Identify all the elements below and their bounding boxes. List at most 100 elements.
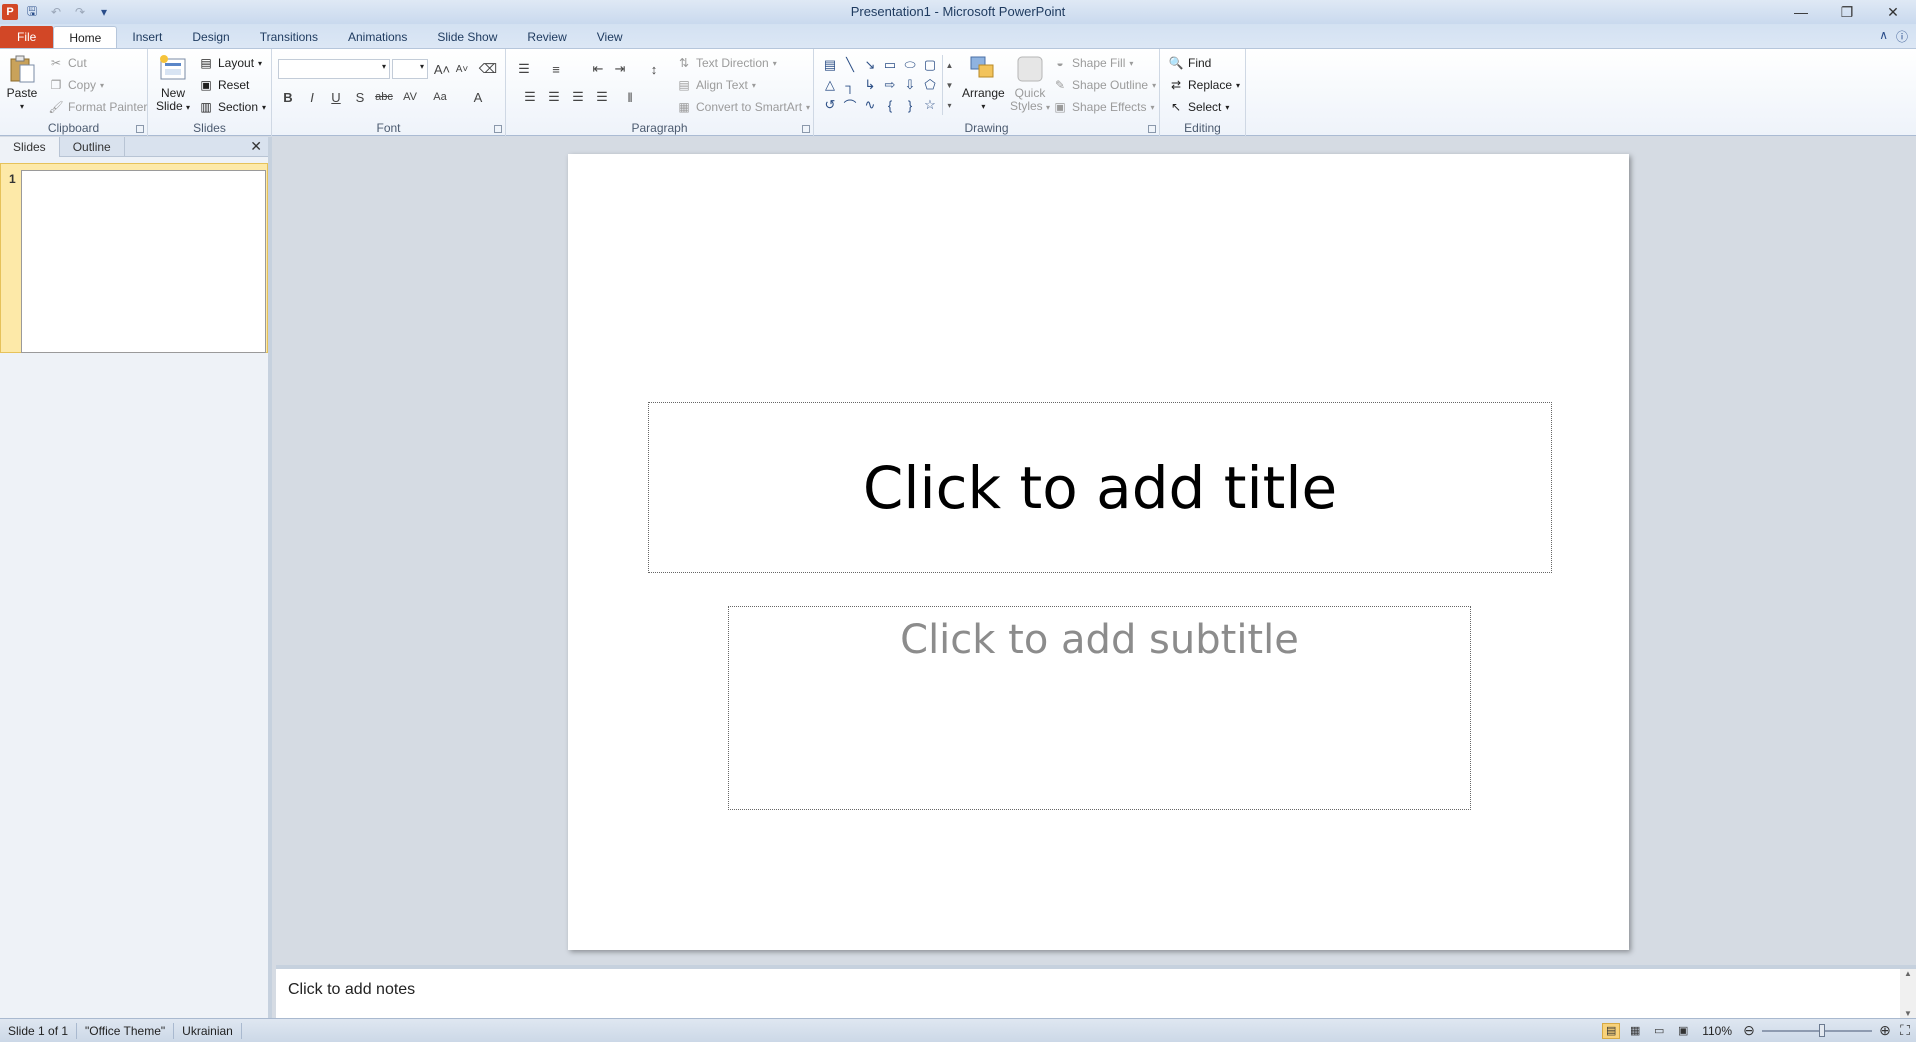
dialog-launcher-icon[interactable]: [1148, 125, 1156, 133]
slide-thumbnail[interactable]: [21, 170, 266, 353]
chevron-down-icon[interactable]: ▼: [946, 81, 954, 90]
restore-icon[interactable]: ❐: [1824, 0, 1870, 24]
cut-button[interactable]: ✂ Cut: [48, 55, 87, 71]
convert-smartart-button[interactable]: ▦ Convert to SmartArt ▾: [676, 99, 810, 115]
powerpoint-app-icon[interactable]: P: [2, 4, 18, 20]
zoom-slider-thumb[interactable]: [1819, 1023, 1826, 1037]
arrange-button[interactable]: Arrange ▾: [962, 53, 1005, 113]
italic-icon[interactable]: I: [302, 87, 322, 107]
quick-styles-button[interactable]: Quick Styles ▾: [1010, 53, 1050, 114]
select-button[interactable]: ↖ Select ▾: [1168, 99, 1229, 115]
subtitle-placeholder[interactable]: Click to add subtitle: [728, 606, 1471, 810]
bullets-icon[interactable]: ☰: [514, 59, 534, 79]
save-icon[interactable]: 🖫: [22, 3, 42, 21]
line-icon[interactable]: ╲: [840, 55, 860, 75]
arc-icon[interactable]: ⌒: [840, 95, 860, 115]
find-button[interactable]: 🔍 Find: [1168, 55, 1212, 71]
underline-icon[interactable]: U: [326, 87, 346, 107]
tab-outline[interactable]: Outline: [60, 136, 125, 157]
zoom-in-icon[interactable]: ⊕: [1878, 1022, 1892, 1039]
rounded-rectangle-icon[interactable]: ▢: [920, 55, 940, 75]
slide-canvas[interactable]: Click to add title Click to add subtitle: [568, 154, 1629, 950]
text-direction-button[interactable]: ⇅ Text Direction ▾: [676, 55, 777, 71]
more-icon[interactable]: ▾: [947, 101, 951, 110]
shrink-font-icon[interactable]: A˅: [452, 59, 472, 79]
right-arrow-icon[interactable]: ⇨: [880, 75, 900, 95]
minimize-icon[interactable]: —: [1778, 0, 1824, 24]
dialog-launcher-icon[interactable]: [494, 125, 502, 133]
customize-qat-icon[interactable]: ▾: [94, 3, 114, 21]
copy-button[interactable]: ❐ Copy ▾: [48, 77, 104, 93]
justify-icon[interactable]: ☰: [592, 87, 612, 107]
tab-design[interactable]: Design: [177, 26, 244, 48]
dialog-launcher-icon[interactable]: [136, 125, 144, 133]
tab-transitions[interactable]: Transitions: [245, 26, 333, 48]
language[interactable]: Ukrainian: [174, 1022, 242, 1039]
shapes-gallery-scroll[interactable]: ▲ ▼ ▾: [942, 55, 956, 115]
dialog-launcher-icon[interactable]: [802, 125, 810, 133]
oval-icon[interactable]: ⬭: [900, 55, 920, 75]
tab-slide-show[interactable]: Slide Show: [422, 26, 512, 48]
normal-view-icon[interactable]: ▤: [1602, 1022, 1621, 1039]
zoom-out-icon[interactable]: ⊖: [1742, 1022, 1756, 1039]
minimize-ribbon-icon[interactable]: ∧: [1879, 28, 1888, 45]
triangle-icon[interactable]: △: [820, 75, 840, 95]
rectangle-icon[interactable]: ▭: [880, 55, 900, 75]
tab-review[interactable]: Review: [512, 26, 581, 48]
shapes-gallery[interactable]: ▤ ╲ ↘ ▭ ⬭ ▢ △ ┐ ↳ ⇨ ⇩ ⬠ ↺ ⌒ ∿ { } ☆: [820, 55, 960, 115]
chevron-up-icon[interactable]: ▲: [946, 61, 954, 70]
font-size-combo[interactable]: ▾: [392, 59, 428, 79]
numbering-icon[interactable]: ≡: [546, 59, 566, 79]
chevron-down-icon[interactable]: ▼: [1904, 1009, 1912, 1018]
decrease-indent-icon[interactable]: ⇤: [588, 59, 608, 79]
font-name-combo[interactable]: ▾: [278, 59, 390, 79]
curved-arrow-icon[interactable]: ↺: [820, 95, 840, 115]
grow-font-icon[interactable]: A˄: [432, 59, 452, 79]
tab-view[interactable]: View: [582, 26, 638, 48]
layout-button[interactable]: ▤ Layout ▾: [198, 55, 262, 71]
elbow-arrow-icon[interactable]: ↳: [860, 75, 880, 95]
zoom-level[interactable]: 110%: [1698, 1024, 1736, 1038]
new-slide-button[interactable]: New Slide ▾: [156, 53, 190, 114]
redo-icon[interactable]: ↷: [70, 3, 90, 21]
bold-icon[interactable]: B: [278, 87, 298, 107]
replace-button[interactable]: ⇄ Replace ▾: [1168, 77, 1240, 93]
section-button[interactable]: ▥ Section ▾: [198, 99, 266, 115]
notes-pane[interactable]: Click to add notes ▲ ▼: [276, 965, 1916, 1018]
slide-sorter-icon[interactable]: ▦: [1626, 1023, 1644, 1039]
format-painter-button[interactable]: 🖌 Format Painter: [48, 99, 147, 115]
left-brace-icon[interactable]: {: [880, 95, 900, 115]
right-brace-icon[interactable]: }: [900, 95, 920, 115]
tab-insert[interactable]: Insert: [117, 26, 177, 48]
down-arrow-icon[interactable]: ⇩: [900, 75, 920, 95]
font-color-icon[interactable]: A: [468, 87, 488, 107]
increase-indent-icon[interactable]: ⇥: [610, 59, 630, 79]
align-right-icon[interactable]: ☰: [568, 87, 588, 107]
text-shadow-icon[interactable]: S: [350, 87, 370, 107]
fit-to-window-icon[interactable]: ⛶: [1898, 1022, 1912, 1039]
shape-effects-button[interactable]: ▣ Shape Effects ▾: [1052, 99, 1154, 115]
align-left-icon[interactable]: ☰: [520, 87, 540, 107]
notes-scrollbar[interactable]: ▲ ▼: [1900, 969, 1916, 1018]
paste-button[interactable]: Paste ▾: [6, 53, 38, 113]
slide-thumbnail-item[interactable]: 1: [0, 163, 268, 353]
columns-icon[interactable]: ‖: [620, 87, 640, 107]
align-center-icon[interactable]: ☰: [544, 87, 564, 107]
close-icon[interactable]: ✕: [1870, 0, 1916, 24]
clear-formatting-icon[interactable]: ⌫: [478, 59, 498, 79]
title-placeholder[interactable]: Click to add title: [648, 402, 1552, 573]
undo-icon[interactable]: ↶: [46, 3, 66, 21]
chevron-up-icon[interactable]: ▲: [1904, 969, 1912, 978]
change-case-icon[interactable]: Aa: [430, 87, 450, 107]
shape-outline-button[interactable]: ✎ Shape Outline ▾: [1052, 77, 1156, 93]
text-box-icon[interactable]: ▤: [820, 55, 840, 75]
tab-slides[interactable]: Slides: [0, 136, 60, 157]
freeform-icon[interactable]: ⬠: [920, 75, 940, 95]
align-text-button[interactable]: ▤ Align Text ▾: [676, 77, 756, 93]
tab-animations[interactable]: Animations: [333, 26, 422, 48]
line-spacing-icon[interactable]: ↕: [644, 59, 664, 79]
tab-home[interactable]: Home: [53, 26, 118, 48]
curve-icon[interactable]: ∿: [860, 95, 880, 115]
character-spacing-icon[interactable]: AV: [400, 87, 420, 107]
arrow-line-icon[interactable]: ↘: [860, 55, 880, 75]
